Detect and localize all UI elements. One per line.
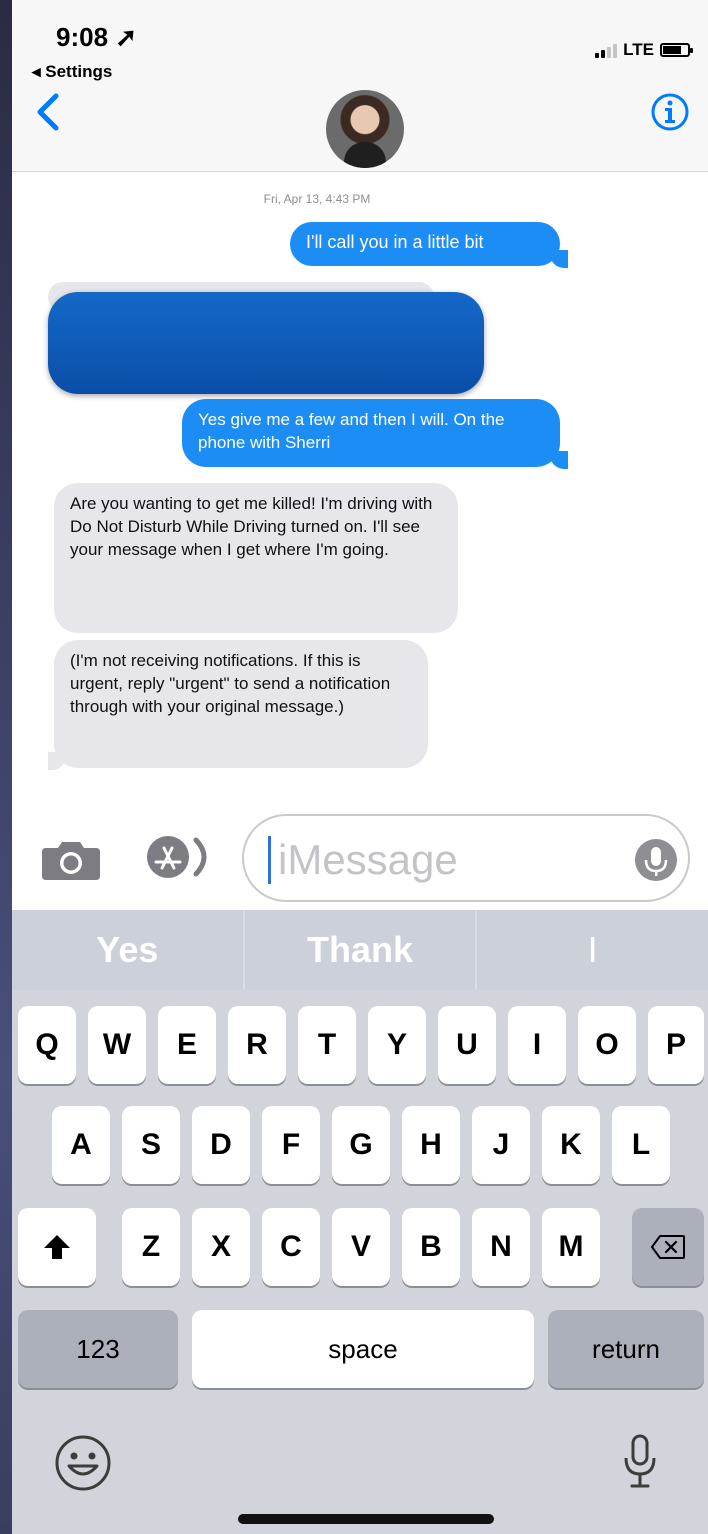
incoming-message[interactable]: Are you wanting to get me killed! I'm dr… <box>54 483 458 633</box>
shift-icon <box>44 1235 70 1259</box>
prediction-thank[interactable]: Thank <box>245 910 478 990</box>
message-timestamp: Fri, Apr 13, 4:43 PM <box>263 192 371 206</box>
key-j[interactable]: J <box>472 1106 530 1184</box>
space-key[interactable]: space <box>192 1310 534 1388</box>
key-p[interactable]: P <box>648 1006 704 1084</box>
key-b[interactable]: B <box>402 1208 460 1286</box>
keyboard: Yes Thank I Q W E R T Y U I O P A S D F … <box>12 910 708 1534</box>
outgoing-message[interactable]: Yes give me a few and then I will. On th… <box>182 399 560 467</box>
key-i[interactable]: I <box>508 1006 566 1084</box>
key-d[interactable]: D <box>192 1106 250 1184</box>
key-n[interactable]: N <box>472 1208 530 1286</box>
key-t[interactable]: T <box>298 1006 356 1084</box>
location-arrow-icon: ➚ <box>115 22 138 52</box>
key-s[interactable]: S <box>122 1106 180 1184</box>
key-c[interactable]: C <box>262 1208 320 1286</box>
app-store-icon[interactable] <box>142 834 214 880</box>
signal-icon <box>595 42 618 58</box>
prediction-yes[interactable]: Yes <box>12 910 245 990</box>
delete-key[interactable] <box>632 1208 704 1286</box>
back-chevron-icon[interactable] <box>32 92 66 132</box>
info-icon[interactable] <box>650 92 690 132</box>
key-r[interactable]: R <box>228 1006 286 1084</box>
key-q[interactable]: Q <box>18 1006 76 1084</box>
delete-icon <box>650 1235 685 1259</box>
key-k[interactable]: K <box>542 1106 600 1184</box>
status-time: 9:08 ➚ <box>56 22 138 52</box>
key-f[interactable]: F <box>262 1106 320 1184</box>
message-placeholder: iMessage <box>278 836 458 883</box>
back-to-app-link[interactable]: ◂ Settings <box>32 62 112 82</box>
keyboard-bottom-bar <box>12 1410 708 1510</box>
key-x[interactable]: X <box>192 1208 250 1286</box>
camera-icon[interactable] <box>40 840 102 880</box>
status-indicators: LTE <box>595 40 693 60</box>
key-u[interactable]: U <box>438 1006 496 1084</box>
message-composer: iMessage <box>12 800 708 910</box>
numbers-key[interactable]: 123 <box>18 1310 178 1388</box>
home-indicator[interactable] <box>238 1514 494 1524</box>
audio-record-icon[interactable] <box>634 838 678 882</box>
text-cursor <box>268 836 271 884</box>
conversation-header: 9:08 ➚ ◂ Settings LTE <box>12 0 708 172</box>
key-w[interactable]: W <box>88 1006 146 1084</box>
message-input[interactable]: iMessage <box>242 814 690 902</box>
incoming-message[interactable]: (I'm not receiving notifications. If thi… <box>54 640 428 768</box>
outgoing-message[interactable]: I'll call you in a little bit <box>290 222 560 266</box>
emoji-icon[interactable] <box>54 1434 112 1492</box>
microphone-icon[interactable] <box>620 1432 660 1492</box>
key-g[interactable]: G <box>332 1106 390 1184</box>
key-h[interactable]: H <box>402 1106 460 1184</box>
prediction-i[interactable]: I <box>477 910 708 990</box>
key-m[interactable]: M <box>542 1208 600 1286</box>
key-e[interactable]: E <box>158 1006 216 1084</box>
contact-avatar[interactable] <box>326 90 404 168</box>
bubble-tail <box>550 250 568 268</box>
predictive-bar: Yes Thank I <box>12 910 708 990</box>
redaction-overlay <box>48 292 484 394</box>
key-v[interactable]: V <box>332 1208 390 1286</box>
key-z[interactable]: Z <box>122 1208 180 1286</box>
background-edge <box>0 0 12 1534</box>
key-a[interactable]: A <box>52 1106 110 1184</box>
key-o[interactable]: O <box>578 1006 636 1084</box>
network-type: LTE <box>623 40 654 59</box>
return-key[interactable]: return <box>548 1310 704 1388</box>
bubble-tail <box>550 451 568 469</box>
bubble-tail <box>48 752 66 770</box>
shift-key[interactable] <box>18 1208 96 1286</box>
messages-screen: 9:08 ➚ ◂ Settings LTE Fri, Apr 13, 4:43 … <box>12 0 708 1534</box>
key-l[interactable]: L <box>612 1106 670 1184</box>
battery-icon <box>660 43 693 57</box>
key-y[interactable]: Y <box>368 1006 426 1084</box>
